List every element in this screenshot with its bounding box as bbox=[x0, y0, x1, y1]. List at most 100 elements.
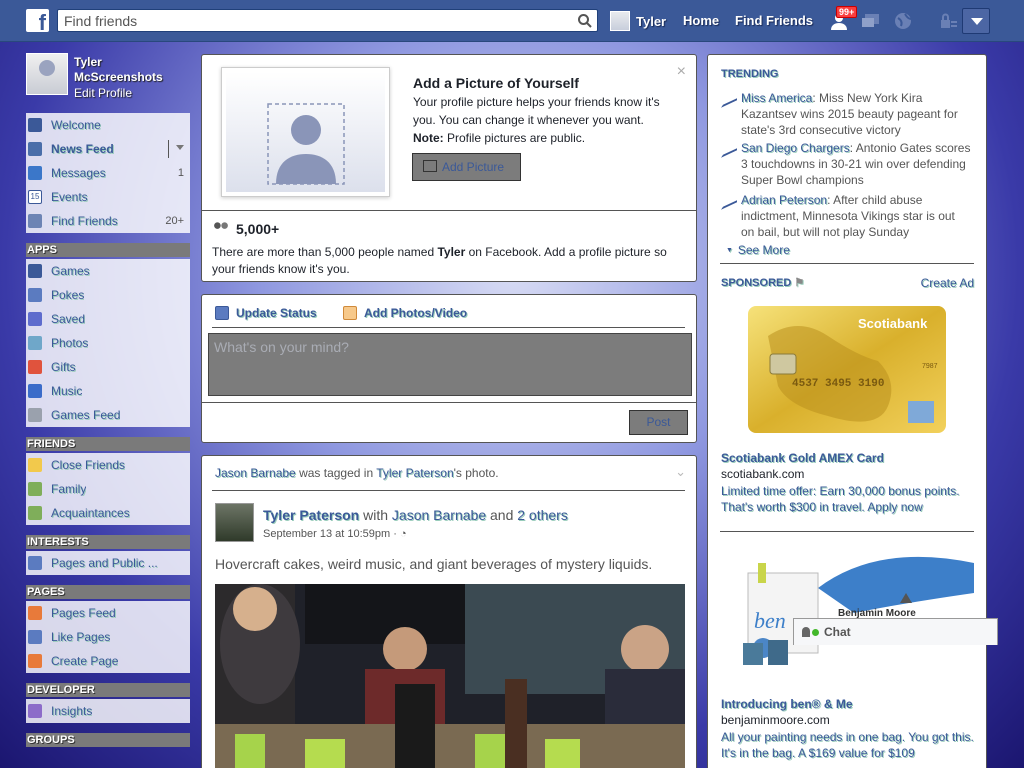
interests-header[interactable]: INTERESTS bbox=[26, 535, 190, 549]
author-link[interactable]: Tyler Paterson bbox=[263, 507, 359, 523]
ad-url[interactable]: scotiabank.com bbox=[721, 467, 804, 481]
account-menu-button[interactable] bbox=[962, 8, 990, 34]
facebook-icon bbox=[28, 118, 42, 132]
sidebar-item-photos[interactable]: Photos bbox=[26, 331, 190, 355]
chevron-down-icon[interactable] bbox=[176, 145, 184, 154]
trending-item[interactable]: Miss America: Miss New York Kira Kazants… bbox=[721, 90, 971, 138]
chat-tab[interactable]: Chat bbox=[793, 618, 998, 645]
bookmark-icon bbox=[28, 312, 42, 326]
interests-nav: Pages and Public ... bbox=[26, 551, 190, 575]
pages-header[interactable]: PAGES bbox=[26, 585, 190, 599]
lock-icon[interactable] bbox=[937, 10, 959, 32]
search-box[interactable] bbox=[57, 9, 598, 32]
sidebar-item-label: Pages and Public ... bbox=[51, 556, 158, 570]
developer-header[interactable]: DEVELOPER bbox=[26, 683, 190, 697]
others-link[interactable]: 2 others bbox=[517, 507, 568, 523]
sidebar-item-pages-public[interactable]: Pages and Public ... bbox=[26, 551, 190, 575]
search-input[interactable] bbox=[58, 10, 568, 31]
ad-title[interactable]: Scotiabank Gold AMEX Card bbox=[721, 451, 884, 465]
sidebar-item-messages[interactable]: Messages 1 bbox=[26, 161, 190, 185]
sidebar-item-close-friends[interactable]: Close Friends bbox=[26, 453, 190, 477]
house-icon bbox=[28, 482, 42, 496]
search-icon[interactable] bbox=[577, 13, 593, 29]
add-picture-button[interactable]: Add Picture bbox=[412, 153, 521, 181]
sidebar-item-like-pages[interactable]: Like Pages bbox=[26, 625, 190, 649]
create-ad-link[interactable]: Create Ad bbox=[921, 276, 974, 290]
sidebar-item-pokes[interactable]: Pokes bbox=[26, 283, 190, 307]
messages-icon[interactable] bbox=[860, 10, 882, 32]
avatar[interactable] bbox=[215, 503, 254, 542]
star-icon bbox=[28, 458, 42, 472]
facebook-logo[interactable]: f bbox=[26, 9, 49, 32]
sidebar-item-games-feed[interactable]: Games Feed bbox=[26, 403, 190, 427]
sidebar-item-create-page[interactable]: Create Page bbox=[26, 649, 190, 673]
sidebar-item-label: Create Page bbox=[51, 654, 119, 668]
profile-link[interactable]: Tyler bbox=[610, 9, 666, 33]
story-photo[interactable] bbox=[215, 584, 685, 768]
owner-link[interactable]: Tyler Paterson bbox=[376, 466, 453, 480]
find-friends-link[interactable]: Find Friends bbox=[735, 13, 813, 28]
friends-header[interactable]: FRIENDS bbox=[26, 437, 190, 451]
sidebar-item-music[interactable]: Music bbox=[26, 379, 190, 403]
ad-image-scotiabank[interactable]: Scotiabank 4537 3495 3190 7987 bbox=[748, 306, 946, 433]
prompt-description: Your profile picture helps your friends … bbox=[413, 95, 660, 145]
close-icon[interactable]: × bbox=[677, 63, 686, 81]
ad-title[interactable]: Introducing ben® & Me bbox=[721, 697, 853, 711]
see-more-link[interactable]: See More bbox=[726, 243, 790, 257]
tab-update-status[interactable]: Update Status bbox=[215, 306, 317, 320]
sidebar-item-label: Family bbox=[51, 482, 87, 496]
sidebar-item-saved[interactable]: Saved bbox=[26, 307, 190, 331]
globe-icon[interactable] bbox=[892, 10, 914, 32]
ad-url[interactable]: benjaminmoore.com bbox=[721, 713, 830, 727]
sidebar-item-news-feed[interactable]: News Feed bbox=[26, 137, 190, 161]
left-sidebar: Tyler McScreenshots Edit Profile Welcome… bbox=[26, 53, 190, 749]
profile-name[interactable]: Tyler McScreenshots bbox=[74, 55, 184, 85]
tab-add-photos[interactable]: Add Photos/Video bbox=[343, 306, 467, 320]
sidebar-item-label: Photos bbox=[51, 336, 89, 350]
apps-header[interactable]: APPS bbox=[26, 243, 190, 257]
news-feed-icon bbox=[28, 142, 42, 156]
groups-header[interactable]: GROUPS bbox=[26, 733, 190, 747]
photo-icon bbox=[343, 306, 357, 320]
status-input[interactable]: What's on your mind? bbox=[208, 333, 692, 396]
story-timestamp[interactable]: September 13 at 10:59pm · ◔ bbox=[263, 528, 407, 540]
sidebar-item-welcome[interactable]: Welcome bbox=[26, 113, 190, 137]
chevron-down-icon[interactable]: ⌄ bbox=[675, 464, 686, 480]
rss-icon bbox=[28, 556, 42, 570]
ad-description[interactable]: All your painting needs in one bag. You … bbox=[721, 729, 975, 761]
story-text: Hovercraft cakes, weird music, and giant… bbox=[215, 556, 653, 572]
post-button[interactable]: Post bbox=[629, 410, 688, 435]
actor-link[interactable]: Jason Barnabe bbox=[215, 466, 296, 480]
sidebar-item-find-friends[interactable]: Find Friends 20+ bbox=[26, 209, 190, 233]
sidebar-item-events[interactable]: 15 Events bbox=[26, 185, 190, 209]
sponsored-title: SPONSORED ⚑ bbox=[721, 277, 805, 289]
sidebar-item-acquaintances[interactable]: Acquaintances bbox=[26, 501, 190, 525]
ad-description[interactable]: Limited time offer: Earn 30,000 bonus po… bbox=[721, 483, 975, 515]
ad-image-benjamin-moore[interactable]: ben Benjamin Moore bbox=[738, 548, 974, 673]
sidebar-item-label: Games bbox=[51, 264, 90, 278]
sidebar-item-gifts[interactable]: Gifts bbox=[26, 355, 190, 379]
person-icon bbox=[802, 627, 810, 637]
tagged-link[interactable]: Jason Barnabe bbox=[392, 507, 486, 523]
sidebar-item-family[interactable]: Family bbox=[26, 477, 190, 501]
sidebar-item-games[interactable]: Games bbox=[26, 259, 190, 283]
sidebar-item-label: Close Friends bbox=[51, 458, 126, 472]
sidebar-item-label: Insights bbox=[51, 704, 93, 718]
sidebar-item-count: 1 bbox=[177, 167, 184, 179]
home-link[interactable]: Home bbox=[683, 13, 719, 28]
sidebar-item-label: Like Pages bbox=[51, 630, 111, 644]
trending-item[interactable]: San Diego Chargers: Antonio Gates scores… bbox=[721, 140, 971, 188]
sidebar-item-pages-feed[interactable]: Pages Feed bbox=[26, 601, 190, 625]
trending-item[interactable]: Adrian Peterson: After child abuse indic… bbox=[721, 192, 971, 240]
sidebar-item-label: Saved bbox=[51, 312, 86, 326]
sidebar-item-insights[interactable]: Insights bbox=[26, 699, 190, 723]
people-icon bbox=[28, 506, 42, 520]
profile-picture[interactable] bbox=[26, 53, 68, 95]
status-composer: Update Status Add Photos/Video What's on… bbox=[201, 294, 697, 443]
audience-icon[interactable]: ◔ bbox=[400, 528, 407, 540]
card-brand-text: Scotiabank bbox=[858, 316, 928, 331]
megaphone-icon bbox=[28, 606, 42, 620]
notification-badge: 99+ bbox=[836, 6, 858, 18]
edit-profile-link[interactable]: Edit Profile bbox=[74, 86, 132, 100]
sidebar-item-label: Find Friends bbox=[51, 214, 118, 228]
